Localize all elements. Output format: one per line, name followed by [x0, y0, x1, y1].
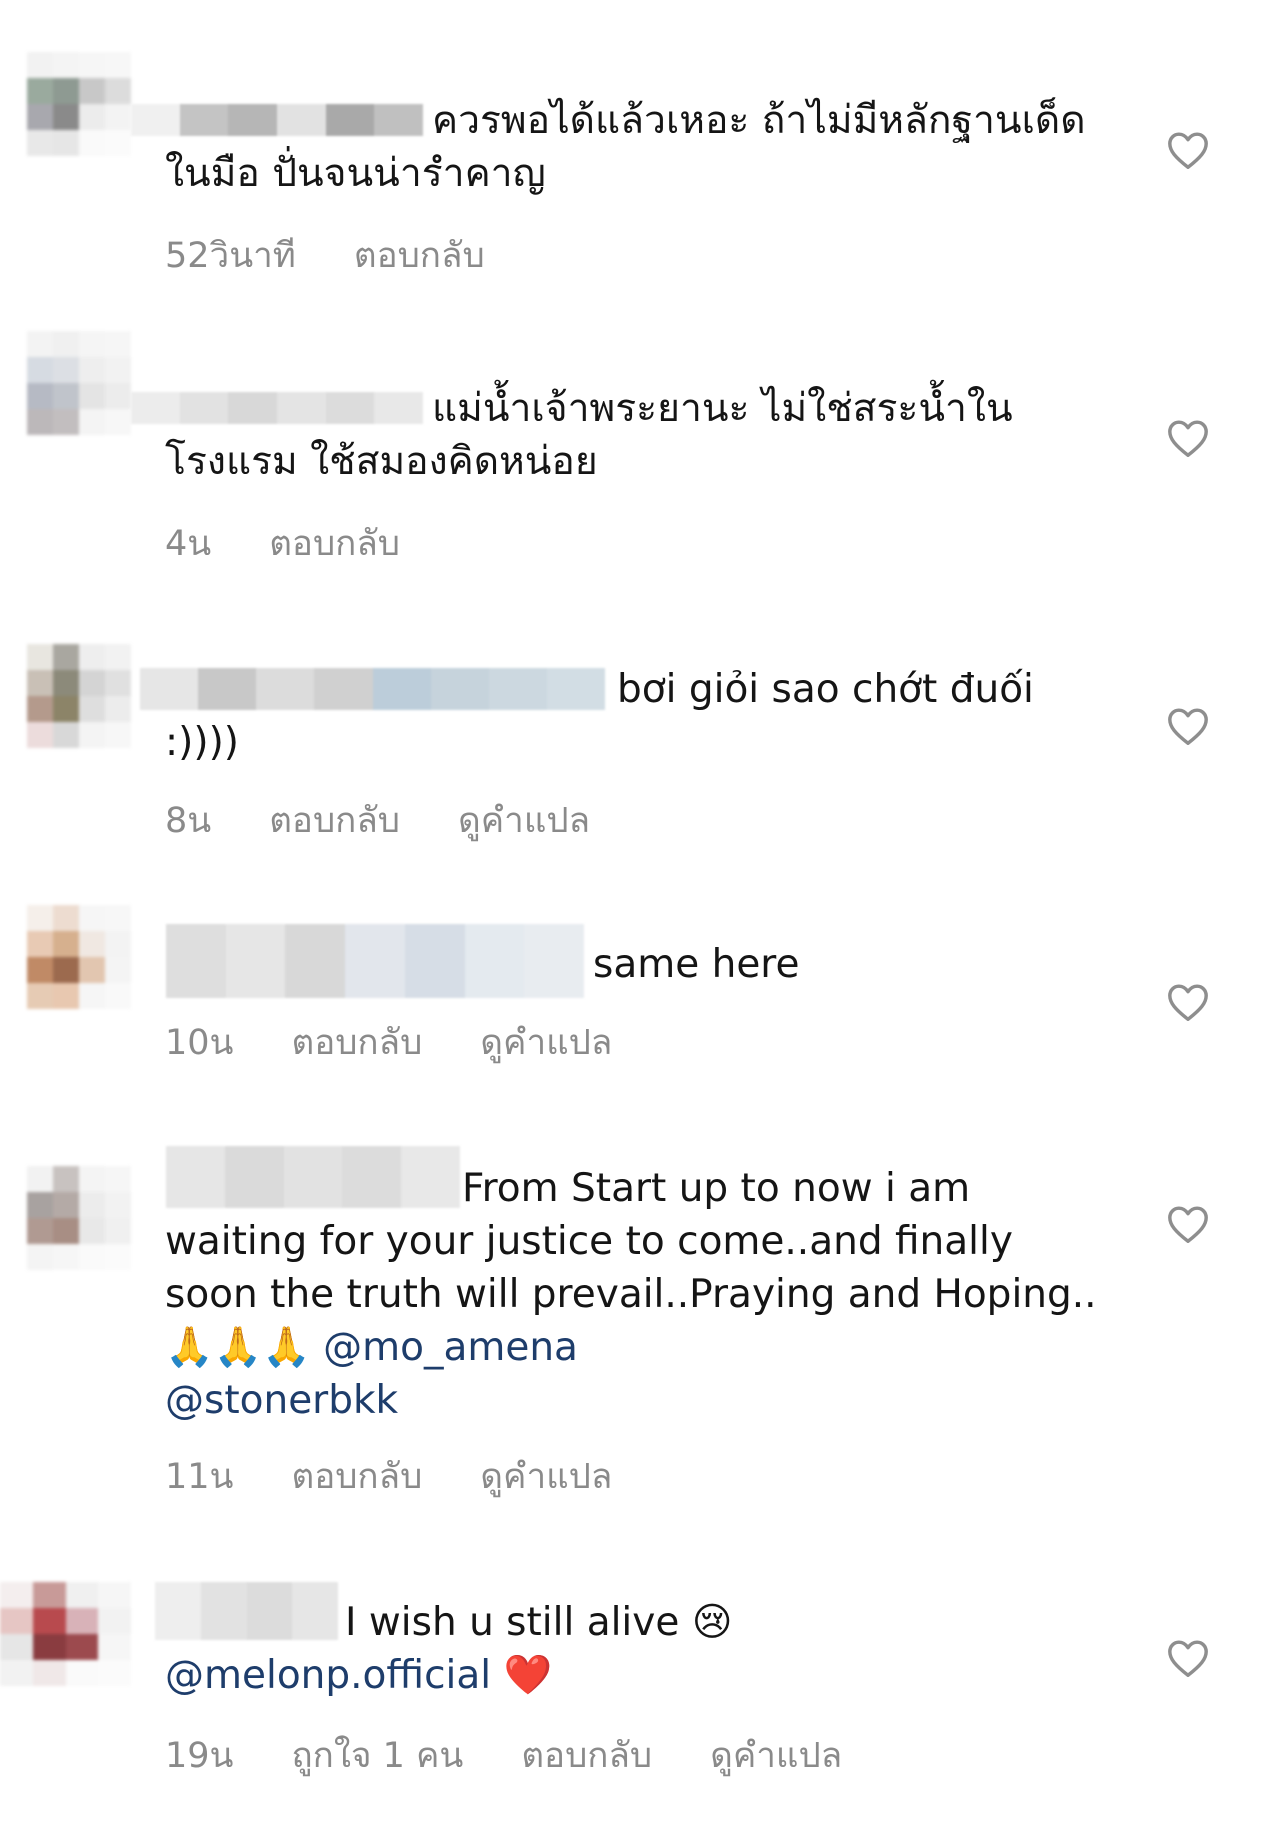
comment-text: I wish u still alive 😢 @melonp.official …	[165, 1600, 733, 1698]
reply-button[interactable]: ตอบกลับ	[521, 1728, 652, 1783]
mention-link[interactable]: @stonerbkk	[165, 1378, 398, 1423]
comment-text: From Start up to now i am waiting for yo…	[165, 1166, 1109, 1423]
translate-button[interactable]: ดูคำแปล	[480, 1015, 612, 1070]
translate-button[interactable]: ดูคำแปล	[458, 793, 590, 848]
reply-button[interactable]: ตอบกลับ	[291, 1449, 422, 1504]
heart-outline-icon[interactable]	[1166, 1204, 1210, 1244]
reply-button[interactable]: ตอบกลับ	[291, 1015, 422, 1070]
avatar[interactable]	[27, 1166, 131, 1270]
comment-text: ควรพอได้แล้วเหอะ ถ้าไม่มีหลักฐานเด็ดในมื…	[165, 98, 1086, 196]
likes-count[interactable]: ถูกใจ 1 คน	[291, 1728, 463, 1783]
avatar[interactable]	[27, 52, 131, 156]
comment-text: แม่น้ำเจ้าพระยานะ ไม่ใช่สระน้ำในโรงแรม ใ…	[165, 386, 1013, 484]
translate-button[interactable]: ดูคำแปล	[710, 1728, 842, 1783]
avatar[interactable]	[27, 644, 131, 748]
comment-time: 52วินาที	[165, 235, 296, 276]
mention-link[interactable]: @melonp.official	[165, 1653, 491, 1698]
avatar[interactable]	[27, 905, 131, 1009]
heart-outline-icon[interactable]	[1166, 130, 1210, 170]
comment-text: bơi giỏi sao chớt đuối :))))	[165, 667, 1047, 765]
heart-outline-icon[interactable]	[1166, 982, 1210, 1022]
comment-text: same here	[593, 942, 800, 987]
heart-outline-icon[interactable]	[1166, 1638, 1210, 1678]
avatar[interactable]	[27, 331, 131, 435]
comment-meta: 4น ตอบกลับ	[165, 523, 400, 564]
reply-button[interactable]: ตอบกลับ	[269, 516, 400, 571]
comment-meta: 52วินาที ตอบกลับ	[165, 235, 485, 276]
heart-emoji: ❤️	[503, 1653, 553, 1698]
translate-button[interactable]: ดูคำแปล	[480, 1449, 612, 1504]
mention-link[interactable]: @mo_amena	[323, 1325, 578, 1370]
comment-meta: 10น ตอบกลับ ดูคำแปล	[165, 1022, 612, 1063]
comment-time: 4น	[165, 523, 212, 564]
heart-outline-icon[interactable]	[1166, 418, 1210, 458]
comment-meta: 19น ถูกใจ 1 คน ตอบกลับ ดูคำแปล	[165, 1735, 842, 1776]
comment-time: 19น	[165, 1735, 234, 1776]
comment-meta: 8น ตอบกลับ ดูคำแปล	[165, 800, 590, 841]
comment-time: 8น	[165, 800, 212, 841]
heart-outline-icon[interactable]	[1166, 706, 1210, 746]
comment-meta: 11น ตอบกลับ ดูคำแปล	[165, 1456, 612, 1497]
comment-time: 11น	[165, 1456, 234, 1497]
comment-time: 10น	[165, 1022, 234, 1063]
reply-button[interactable]: ตอบกลับ	[354, 228, 485, 283]
avatar[interactable]	[0, 1582, 131, 1686]
reply-button[interactable]: ตอบกลับ	[269, 793, 400, 848]
